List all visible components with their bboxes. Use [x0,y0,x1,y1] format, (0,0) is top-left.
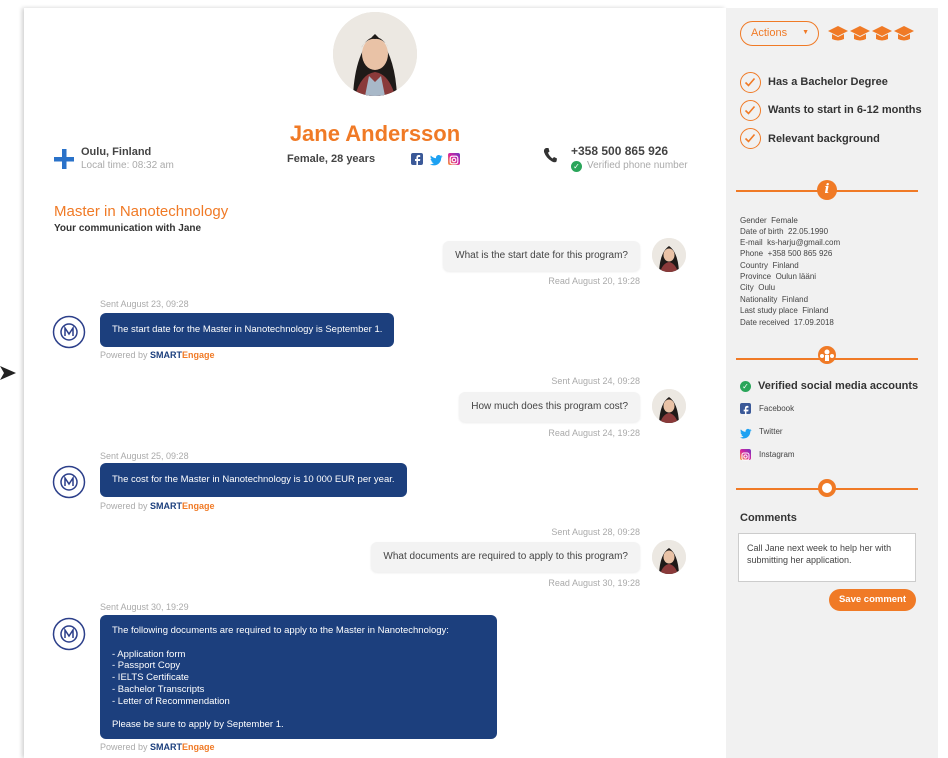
social-facebook[interactable]: Facebook [759,404,794,413]
message-line: - Bachelor Transcripts [112,683,205,695]
check-icon: ✓ [740,381,751,392]
location: Oulu, Finland [81,146,152,158]
powered-by: Powered by SMARTEngage [100,350,215,360]
avatar [333,12,417,96]
social-title: Verified social media accounts [758,380,919,392]
info-last-study: Last study place Finland [740,306,829,315]
gender-age: Female, 28 years [287,153,376,165]
sent-timestamp: Sent August 23, 09:28 [100,299,189,309]
user-avatar [652,540,686,574]
user-avatar [652,389,686,423]
sent-timestamp: Sent August 30, 19:29 [100,602,189,612]
comment-textarea[interactable]: Call Jane next week to help her with sub… [738,533,916,582]
info-dob: Date of birth 22.05.1990 [740,227,829,236]
criterion-background: Relevant background [768,133,880,145]
info-nationality: Nationality Finland [740,295,809,304]
twitter-icon [740,426,752,439]
criterion-start: Wants to start in 6-12 months [768,104,922,116]
save-comment-button[interactable]: Save comment [829,589,916,611]
social-instagram[interactable]: Instagram [759,450,795,459]
info-phone: Phone +358 500 865 926 [740,249,833,258]
graduation-caps-icon [828,26,914,41]
bot-logo-icon [52,315,86,349]
info-province: Province Oulun lääni [740,272,817,281]
message-line: - Letter of Recommendation [112,695,230,707]
read-receipt: Read August 20, 19:28 [548,276,640,286]
user-message: What is the start date for this program? [443,241,640,271]
arrow-right-icon [0,366,16,380]
sent-timestamp: Sent August 25, 09:28 [100,451,189,461]
comments-title: Comments [740,512,797,524]
phone-verified-label: Verified phone number [587,160,688,171]
info-gender: Gender Female [740,216,798,225]
message-line: - IELTS Certificate [112,672,189,684]
read-receipt: Read August 30, 19:28 [548,578,640,588]
comment-bubble-icon [818,479,836,497]
powered-by: Powered by SMARTEngage [100,501,215,511]
bot-logo-icon [52,465,86,499]
message-line: - Application form [112,648,186,660]
bot-logo-icon [52,617,86,651]
info-icon: i [817,180,837,200]
instagram-icon[interactable] [448,153,460,165]
facebook-icon [740,403,751,416]
social-network-icon [818,346,836,364]
bot-message: The cost for the Master in Nanotechnolog… [100,463,407,497]
program-subtitle: Your communication with Jane [54,223,202,234]
check-circle-icon [740,100,761,121]
info-email: E-mail ks-harju@gmail.com [740,238,841,247]
local-time: Local time: 08:32 am [81,160,174,171]
message-line: - Passport Copy [112,660,181,672]
sent-timestamp: Sent August 24, 09:28 [551,376,640,386]
program-title: Master in Nanotechnology [54,203,229,220]
actions-dropdown[interactable]: Actions ▼ [740,21,819,46]
info-city: City Oulu [740,283,776,292]
check-circle-icon [740,72,761,93]
phone-number[interactable]: +358 500 865 926 [571,144,668,158]
bot-message-documents: The following documents are required to … [100,615,497,739]
message-line: The following documents are required to … [112,625,449,636]
powered-by: Powered by SMARTEngage [100,742,215,752]
sent-timestamp: Sent August 28, 09:28 [551,527,640,537]
app-window: Jane Andersson Female, 28 years Oulu, Fi… [0,0,948,758]
bot-message: The start date for the Master in Nanotec… [100,313,395,347]
location-cross-icon [54,149,74,169]
check-icon: ✓ [571,161,582,172]
info-country: Country Finland [740,261,799,270]
check-circle-icon [740,128,761,149]
message-line: Please be sure to apply by September 1. [112,719,284,731]
criterion-bachelor: Has a Bachelor Degree [768,76,888,88]
message-line [112,637,485,649]
message-line [112,708,485,720]
chevron-down-icon: ▼ [802,29,809,36]
read-receipt: Read August 24, 19:28 [548,428,640,438]
facebook-icon[interactable] [411,153,423,166]
user-avatar [652,238,686,272]
user-message: What documents are required to apply to … [371,542,640,572]
twitter-icon[interactable] [430,153,443,166]
user-message: How much does this program cost? [459,392,640,422]
info-date-received: Date received 17.09.2018 [740,318,834,327]
instagram-icon [740,449,751,461]
social-twitter[interactable]: Twitter [759,427,783,436]
phone-icon [543,148,557,163]
